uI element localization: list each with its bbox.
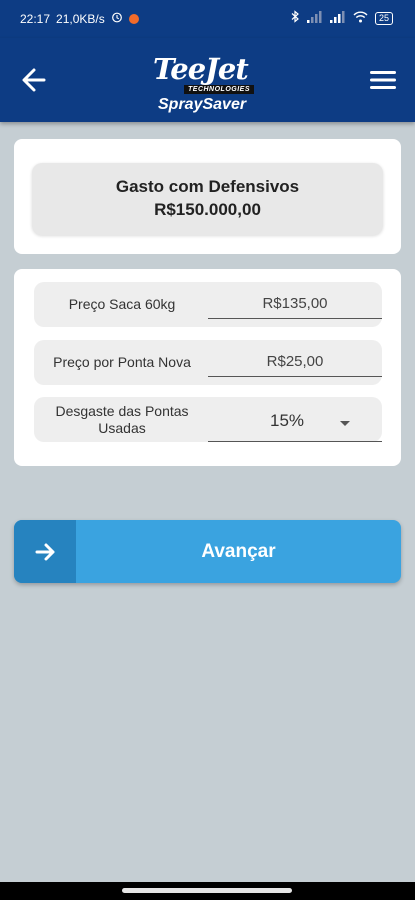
desgaste-label: Desgaste das Pontas Usadas bbox=[55, 402, 189, 436]
status-left: 22:17 21,0KB/s bbox=[20, 11, 139, 26]
signal-icon bbox=[306, 10, 323, 26]
form-row-desgaste: Desgaste das Pontas Usadas 15% bbox=[34, 397, 382, 442]
summary-title: Gasto com Defensivos bbox=[115, 177, 300, 196]
desgaste-select-value: 15% bbox=[270, 411, 305, 430]
signal-icon bbox=[329, 10, 346, 26]
logo-sub-text: SpraySaver bbox=[158, 96, 247, 113]
preco-ponta-label: Preço por Ponta Nova bbox=[53, 354, 191, 370]
home-indicator[interactable] bbox=[122, 888, 292, 893]
form-card: Preço Saca 60kg Preço por Ponta Nova Des… bbox=[14, 269, 401, 466]
preco-saca-label: Preço Saca 60kg bbox=[68, 296, 176, 312]
arrow-left-icon bbox=[22, 68, 46, 92]
battery-icon: 25 bbox=[374, 11, 393, 25]
back-button[interactable] bbox=[16, 62, 52, 98]
hamburger-menu-icon bbox=[370, 71, 396, 89]
summary-box: Gasto com Defensivos R$150.000,00 bbox=[32, 163, 383, 235]
logo-tech-text: TECHNOLOGIES bbox=[184, 85, 255, 94]
next-button-label: Avançar bbox=[201, 540, 276, 562]
alarm-icon bbox=[111, 11, 123, 26]
notification-dot-icon bbox=[128, 13, 139, 24]
preco-ponta-input[interactable] bbox=[208, 346, 382, 377]
status-bar: 22:17 21,0KB/s 25 bbox=[0, 0, 415, 38]
summary-value: R$150.000,00 bbox=[154, 200, 261, 219]
bluetooth-icon bbox=[291, 10, 300, 26]
arrow-right-icon bbox=[35, 543, 55, 561]
desgaste-select[interactable]: 15% bbox=[208, 403, 382, 442]
next-icon-box bbox=[14, 520, 76, 583]
wifi-icon bbox=[353, 11, 368, 26]
caret-down-icon bbox=[340, 421, 350, 426]
status-time: 22:17 bbox=[20, 11, 51, 26]
network-speed: 21,0KB/s bbox=[56, 11, 105, 26]
form-row-preco-ponta: Preço por Ponta Nova bbox=[34, 340, 382, 385]
logo-main-text: TeeJet bbox=[153, 52, 249, 86]
app-logo: TeeJet TECHNOLOGIES SpraySaver bbox=[150, 52, 270, 116]
system-nav-bar bbox=[0, 882, 415, 900]
summary-card: Gasto com Defensivos R$150.000,00 bbox=[14, 139, 401, 254]
menu-button[interactable] bbox=[367, 66, 399, 94]
app-header: TeeJet TECHNOLOGIES SpraySaver bbox=[0, 38, 415, 122]
form-row-preco-saca: Preço Saca 60kg bbox=[34, 282, 382, 327]
next-button[interactable]: Avançar bbox=[14, 520, 401, 583]
preco-saca-input[interactable] bbox=[208, 288, 382, 319]
status-right: 25 bbox=[291, 10, 393, 26]
